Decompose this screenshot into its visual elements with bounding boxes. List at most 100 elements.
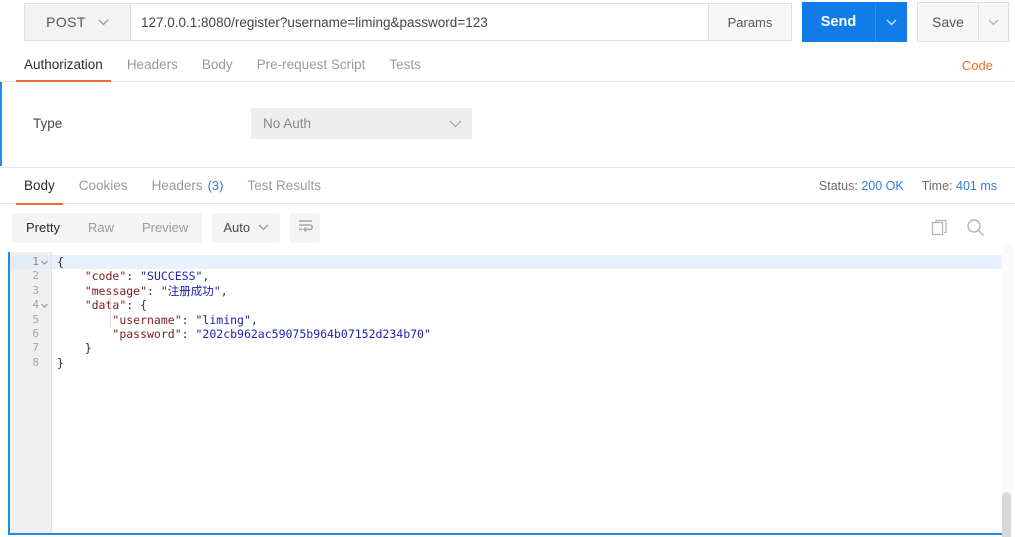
editor-code-line: "password": "202cb962ac59075b964b07152d2… (52, 327, 1008, 341)
editor-line-number: 8 (10, 356, 51, 370)
tab-authorization-label: Authorization (24, 56, 103, 72)
http-method-label: POST (46, 14, 86, 30)
time-value[interactable]: 401 ms (956, 179, 997, 193)
json-punctuation (57, 269, 85, 283)
chevron-down-icon (98, 19, 109, 26)
code-link[interactable]: Code (962, 58, 993, 73)
send-options-button[interactable] (875, 2, 907, 42)
copy-button[interactable] (931, 218, 950, 237)
json-punctuation (57, 327, 112, 341)
response-headers-count: (3) (207, 178, 224, 193)
view-raw-button[interactable]: Raw (74, 213, 128, 243)
editor-code-line: { (52, 255, 1008, 270)
chevron-down-icon (449, 120, 462, 128)
status-label: Status: (818, 179, 858, 193)
view-preview-button[interactable]: Preview (128, 213, 202, 243)
word-wrap-icon (297, 218, 314, 237)
chevron-down-icon (258, 224, 269, 231)
save-label: Save (932, 14, 964, 30)
response-body-toolbar: Pretty Raw Preview Auto (0, 205, 1015, 250)
auth-type-select[interactable]: No Auth (251, 108, 472, 139)
json-punctuation: : (181, 326, 196, 341)
editor-line-number: 6 (10, 327, 51, 341)
editor-line-number-gutter: 12345678 (10, 252, 52, 533)
response-tab-cookies[interactable]: Cookies (67, 168, 140, 204)
editor-line-number: 7 (10, 341, 51, 355)
tab-tests-label: Tests (389, 56, 421, 72)
json-punctuation: : (181, 312, 196, 327)
tab-headers[interactable]: Headers (115, 47, 190, 81)
tab-headers-label: Headers (126, 56, 178, 72)
http-method-selector[interactable]: POST (24, 3, 130, 41)
vertical-scrollbar-thumb[interactable] (1002, 492, 1011, 537)
json-punctuation: , (220, 283, 228, 298)
editor-code-line: "data": { (52, 298, 1008, 312)
json-punctuation (57, 284, 85, 298)
tab-authorization[interactable]: Authorization (12, 47, 115, 82)
line-number-text: 5 (32, 312, 39, 326)
view-pretty-label: Pretty (26, 220, 60, 235)
postman-response-window: POST 127.0.0.1:8080/register?username=li… (0, 0, 1015, 537)
fold-toggle-icon[interactable] (40, 298, 49, 312)
tab-pre-request-script[interactable]: Pre-request Script (245, 47, 378, 81)
fold-toggle-icon[interactable] (40, 255, 49, 269)
json-key: "password" (112, 326, 182, 341)
editor-code-line: "username": "liming", (52, 313, 1008, 327)
editor-code-line: "message": "注册成功", (52, 284, 1008, 298)
url-input[interactable]: 127.0.0.1:8080/register?username=liming&… (130, 3, 709, 41)
view-pretty-button[interactable]: Pretty (12, 212, 74, 243)
editor-line-number: 4 (10, 298, 51, 312)
json-punctuation: : { (126, 298, 148, 313)
authorization-panel: Type (0, 82, 1015, 166)
word-wrap-button[interactable] (290, 212, 321, 243)
json-string-value: "注册成功" (160, 283, 221, 298)
editor-code-area[interactable]: { "code": "SUCCESS", "message": "注册成功", … (52, 252, 1008, 533)
json-punctuation: , (202, 269, 210, 284)
save-options-button[interactable] (979, 2, 1009, 42)
response-tab-test-results[interactable]: Test Results (235, 168, 333, 204)
request-bar: POST 127.0.0.1:8080/register?username=li… (0, 0, 1015, 44)
editor-line-number: 5 (10, 313, 51, 327)
search-button[interactable] (966, 218, 985, 237)
json-key: "message" (84, 283, 148, 298)
json-punctuation: } (57, 355, 64, 370)
save-button[interactable]: Save (917, 2, 979, 42)
indent-guide (110, 298, 111, 328)
time-label: Time: (921, 179, 953, 193)
json-punctuation (57, 298, 85, 312)
tab-body[interactable]: Body (190, 47, 245, 81)
line-number-text: 7 (32, 341, 39, 355)
chevron-down-icon (886, 19, 897, 26)
editor-line-number: 1 (10, 255, 51, 270)
editor-line-number: 2 (10, 269, 51, 283)
response-tab-headers-label: Headers (151, 178, 203, 193)
save-button-group: Save (917, 2, 1009, 42)
vertical-scrollbar-track[interactable] (1002, 244, 1013, 537)
url-text: 127.0.0.1:8080/register?username=liming&… (141, 14, 488, 30)
status-value[interactable]: 200 OK (861, 179, 903, 193)
response-tab-test-results-label: Test Results (247, 178, 322, 193)
view-preview-label: Preview (141, 220, 189, 235)
response-tab-headers[interactable]: Headers (3) (140, 168, 236, 204)
tab-pre-request-script-label: Pre-request Script (256, 56, 366, 72)
editor-line-number: 3 (10, 284, 51, 298)
response-meta: Status: 200 OK Time: 401 ms (819, 179, 997, 193)
response-tab-body[interactable]: Body (12, 168, 67, 205)
editor-code-line: } (52, 356, 1008, 370)
body-format-select[interactable]: Auto (212, 212, 281, 243)
body-view-switcher: Pretty Raw Preview (12, 212, 203, 243)
tab-body-label: Body (201, 56, 233, 72)
json-key: "code" (84, 269, 127, 284)
tab-tests[interactable]: Tests (377, 47, 433, 81)
json-punctuation: { (57, 255, 64, 269)
response-body-actions (931, 218, 985, 237)
json-key: "data" (84, 298, 127, 313)
send-button[interactable]: Send (802, 2, 875, 42)
send-label: Send (820, 14, 857, 30)
editor-code-line: "code": "SUCCESS", (52, 269, 1008, 283)
response-tab-body-label: Body (24, 178, 55, 193)
json-punctuation: : (147, 283, 161, 298)
params-button[interactable]: Params (709, 3, 792, 41)
response-body-editor[interactable]: 12345678 { "code": "SUCCESS", "message":… (8, 252, 1008, 535)
send-button-group: Send (802, 2, 907, 42)
